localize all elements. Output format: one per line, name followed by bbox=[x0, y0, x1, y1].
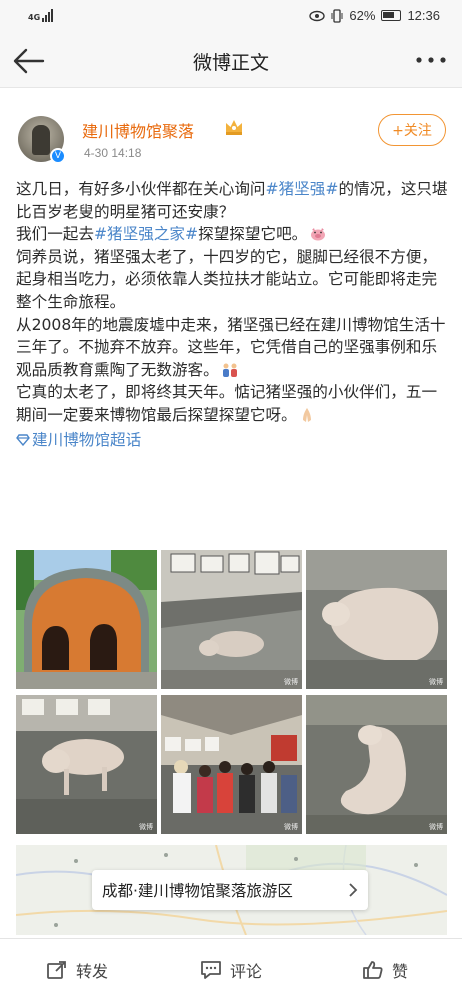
status-bar: 4G 62% 12:36 bbox=[0, 0, 462, 34]
photo-pig-in-pen[interactable]: 微博 bbox=[161, 550, 302, 689]
verified-badge-icon: V bbox=[50, 148, 66, 164]
post-paragraph-5: 它真的太老了，即将终其天年。惦记猪坚强的小伙伴们，五一期间一定要来博物馆最后探望… bbox=[16, 383, 438, 424]
photo-visitors[interactable]: 微博 bbox=[161, 695, 302, 834]
signal-bars-icon bbox=[42, 9, 54, 22]
post-time: 4-30 14:18 bbox=[84, 146, 142, 160]
photo-watermark: 微博 bbox=[284, 678, 298, 686]
repost-icon bbox=[47, 960, 66, 979]
photo-pig-house[interactable] bbox=[16, 550, 157, 689]
follow-button[interactable]: +关注 bbox=[378, 114, 446, 146]
post-paragraph-1: 这几日，有好多小伙伴都在关心询问#猪坚强#的情况，这只堪比百岁老叟的明星猪可还安… bbox=[16, 180, 448, 221]
post-text: 这几日，有好多小伙伴都在关心询问#猪坚强#的情况，这只堪比百岁老叟的明星猪可还安… bbox=[16, 178, 450, 452]
post-paragraph-2: 我们一起去#猪坚强之家#探望探望它吧。 bbox=[16, 223, 450, 246]
super-topic-link[interactable]: 建川博物馆超话 bbox=[16, 429, 141, 452]
diamond-icon bbox=[16, 434, 30, 446]
topic-link-pig-home[interactable]: #猪坚强之家# bbox=[94, 225, 198, 243]
chevron-right-icon bbox=[349, 883, 358, 897]
signal-indicator: 4G bbox=[28, 9, 54, 22]
author-name[interactable]: 建川博物馆聚落 bbox=[82, 118, 194, 142]
more-options-icon[interactable] bbox=[414, 50, 448, 70]
like-button[interactable]: 赞 bbox=[308, 939, 462, 1000]
status-right: 62% 12:36 bbox=[309, 8, 440, 23]
author-header: V 建川博物馆聚落 4-30 14:18 +关注 bbox=[0, 100, 462, 170]
photo-pig-standing[interactable]: 微博 bbox=[16, 695, 157, 834]
photo-watermark: 微博 bbox=[139, 823, 153, 831]
comment-icon bbox=[201, 960, 221, 979]
eye-icon bbox=[309, 10, 326, 21]
network-type: 4G bbox=[28, 13, 41, 22]
pray-emoji-icon bbox=[302, 407, 311, 422]
comment-button[interactable]: 评论 bbox=[154, 939, 308, 1000]
topic-link-pig[interactable]: #猪坚强# bbox=[266, 180, 339, 198]
family-emoji-icon bbox=[222, 363, 237, 377]
like-label: 赞 bbox=[391, 961, 408, 981]
post-paragraph-3: 饲养员说，猪坚强太老了，十四岁的它，腿脚已经很不方便，起身相当吃力，必须依靠人类… bbox=[16, 247, 438, 311]
repost-label: 转发 bbox=[75, 961, 108, 981]
photo-watermark: 微博 bbox=[429, 823, 443, 831]
vibrate-icon bbox=[331, 8, 343, 23]
repost-button[interactable]: 转发 bbox=[0, 939, 154, 1000]
vip-crown-icon bbox=[226, 120, 242, 135]
action-bar: 转发 评论 赞 bbox=[0, 938, 462, 1000]
pig-emoji-icon bbox=[311, 228, 326, 241]
battery-percent: 62% bbox=[349, 8, 376, 23]
nav-bar: 微博正文 bbox=[0, 34, 462, 88]
location-label[interactable]: 成都·建川博物馆聚落旅游区 bbox=[92, 870, 368, 910]
battery-icon bbox=[381, 10, 402, 21]
comment-label: 评论 bbox=[229, 961, 262, 981]
photo-pig-lying[interactable]: 微博 bbox=[306, 550, 447, 689]
photo-watermark: 微博 bbox=[284, 823, 298, 831]
post-paragraph-4: 从2008年的地震废墟中走来，猪坚强已经在建川博物馆生活十三年了。不抛弃不放弃。… bbox=[16, 315, 446, 379]
photo-grid: 微博 微博 微博 微博 微博 bbox=[16, 550, 447, 834]
photo-watermark: 微博 bbox=[429, 678, 443, 686]
photo-pig-curled[interactable]: 微博 bbox=[306, 695, 447, 834]
thumbs-up-icon bbox=[363, 960, 383, 979]
page-title: 微博正文 bbox=[192, 52, 269, 74]
clock: 12:36 bbox=[407, 8, 440, 23]
